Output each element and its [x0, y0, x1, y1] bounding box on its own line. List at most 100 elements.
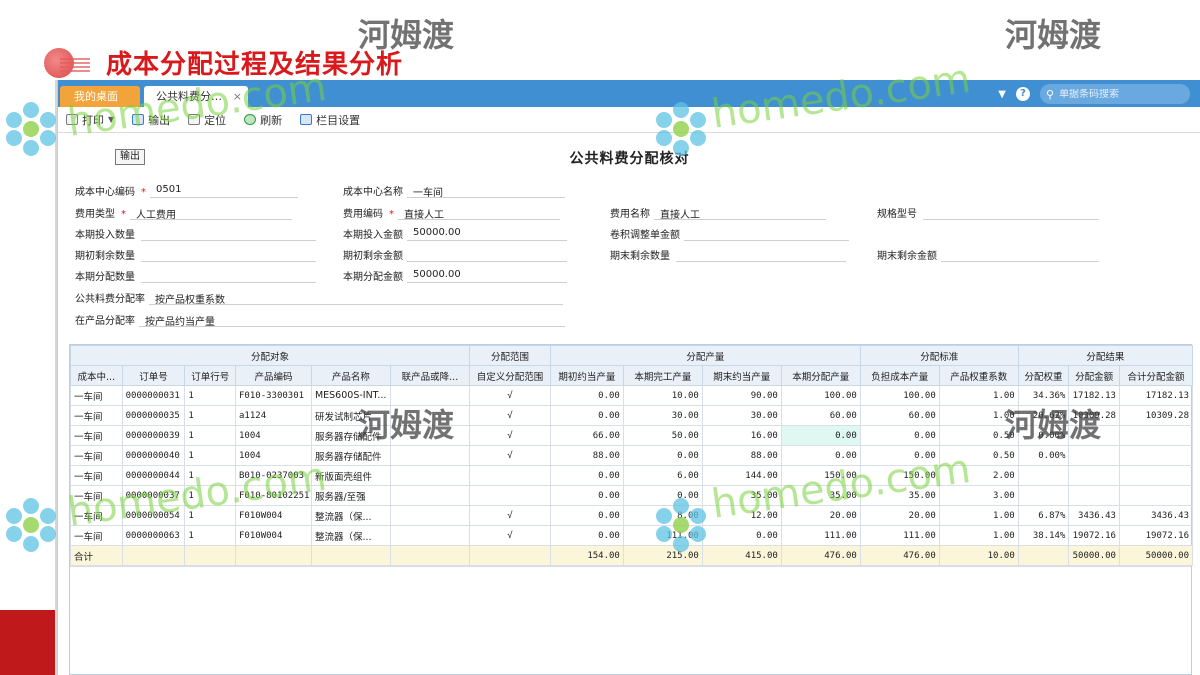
table-cell[interactable]: 整流器（保...	[310, 505, 391, 526]
table-cell[interactable]: 111.00	[859, 525, 940, 546]
table-cell[interactable]: 20.00	[780, 505, 861, 526]
table-cell[interactable]	[1118, 485, 1194, 506]
table-cell[interactable]: 一车间	[70, 405, 123, 426]
table-cell[interactable]: 0000000031	[121, 385, 186, 406]
table-cell[interactable]: 一车间	[70, 505, 123, 526]
table-cell[interactable]	[468, 545, 551, 566]
table-cell[interactable]: 154.00	[549, 545, 624, 566]
table-cell[interactable]: 476.00	[780, 545, 861, 566]
table-cell[interactable]: 35.00	[859, 485, 940, 506]
table-cell[interactable]	[389, 465, 470, 486]
table-row[interactable]: 一车间 0000000044 1 B010-0237003 新版面壳组件 0.00 6.00…	[70, 465, 1194, 486]
table-cell[interactable]: 1	[184, 465, 237, 486]
table-cell[interactable]: 1004	[235, 425, 312, 446]
barcode-search[interactable]: ⚲	[1040, 84, 1190, 104]
table-cell[interactable]: 0000000035	[121, 405, 186, 426]
table-cell[interactable]: 研发试制芯片	[310, 405, 391, 426]
table-cell[interactable]: 0000000039	[121, 425, 186, 446]
table-cell[interactable]: 0.00	[859, 445, 940, 466]
table-cell[interactable]: 100.00	[859, 385, 940, 406]
table-cell[interactable]: 35.00	[780, 485, 861, 506]
column-header[interactable]: 本期完工产量	[622, 365, 703, 386]
table-cell[interactable]: 20.62%	[1017, 405, 1070, 426]
table-cell[interactable]: 0.00	[549, 525, 624, 546]
table-cell[interactable]: 35.00	[701, 485, 782, 506]
tab-my-desktop[interactable]: 我的桌面	[60, 86, 140, 107]
table-cell[interactable]: 3436.43	[1068, 505, 1120, 526]
spec-value[interactable]	[923, 206, 1099, 220]
table-cell[interactable]	[389, 545, 470, 566]
table-cell[interactable]: 0.00	[622, 445, 703, 466]
table-cell[interactable]: 1	[184, 445, 237, 466]
table-cell[interactable]: 38.14%	[1017, 525, 1070, 546]
table-cell[interactable]: 0000000040	[121, 445, 186, 466]
table-cell[interactable]: √	[468, 525, 551, 546]
table-cell[interactable]: F010-3300301	[235, 385, 312, 406]
table-row[interactable]: 一车间 0000000037 1 F010-80102251 服务器/至强 0.00 0.0…	[70, 485, 1194, 506]
table-cell[interactable]: 8.00	[622, 505, 703, 526]
tab-public-cost-allocation[interactable]: 公共料费分… ×	[144, 86, 248, 107]
table-cell[interactable]: 一车间	[70, 425, 123, 446]
table-cell[interactable]	[121, 545, 186, 566]
table-cell[interactable]: 0.00	[549, 465, 624, 486]
open-qty-value[interactable]	[141, 248, 316, 262]
column-header[interactable]: 订单行号	[184, 365, 237, 386]
table-cell[interactable]: F010-80102251	[235, 485, 312, 506]
table-cell[interactable]: 10309.28	[1118, 405, 1194, 426]
table-cell[interactable]: 6.87%	[1017, 505, 1070, 526]
expense-code-value[interactable]: 直接人工	[398, 206, 560, 221]
table-cell[interactable]: 10.00	[938, 545, 1019, 566]
table-cell[interactable]	[468, 485, 551, 506]
table-cell[interactable]: 0.50	[938, 425, 1019, 446]
column-header[interactable]: 分配权重	[1017, 365, 1070, 386]
column-header[interactable]: 本期分配产量	[780, 365, 861, 386]
table-cell[interactable]	[310, 545, 391, 566]
chevron-down-icon[interactable]: ▼	[108, 115, 114, 124]
table-cell[interactable]: 20.00	[859, 505, 940, 526]
table-cell[interactable]: 0.00	[701, 525, 782, 546]
alloc-qty-value[interactable]	[141, 269, 316, 283]
column-header[interactable]: 产品权重系数	[938, 365, 1019, 386]
table-cell[interactable]: 3436.43	[1118, 505, 1194, 526]
refresh-button[interactable]: 刷新	[244, 112, 282, 128]
table-cell[interactable]: 415.00	[701, 545, 782, 566]
table-cell[interactable]: 60.00	[780, 405, 861, 426]
column-header[interactable]: 期初约当产量	[549, 365, 624, 386]
table-cell[interactable]: 30.00	[622, 405, 703, 426]
table-cell[interactable]	[1068, 485, 1120, 506]
table-cell[interactable]: 476.00	[859, 545, 940, 566]
table-cell[interactable]	[1118, 425, 1194, 446]
table-cell[interactable]	[468, 465, 551, 486]
table-cell[interactable]: 0.50	[938, 445, 1019, 466]
table-cell[interactable]: 215.00	[622, 545, 703, 566]
table-cell[interactable]: 0000000044	[121, 465, 186, 486]
table-row[interactable]: 一车间 0000000039 1 1004 服务器存储配件 √ 66.00 50.00 16.0…	[70, 425, 1194, 446]
table-cell[interactable]	[1118, 445, 1194, 466]
table-cell[interactable]: √	[468, 385, 551, 406]
table-cell[interactable]: F010W004	[235, 505, 312, 526]
table-cell[interactable]: 60.00	[859, 405, 940, 426]
table-cell[interactable]: 88.00	[701, 445, 782, 466]
table-cell[interactable]	[389, 405, 470, 426]
expense-name-value[interactable]: 直接人工	[654, 206, 826, 221]
table-cell[interactable]: 1004	[235, 445, 312, 466]
table-cell[interactable]: 0000000037	[121, 485, 186, 506]
input-amt-value[interactable]: 50000.00	[407, 227, 567, 241]
column-header[interactable]: 负担成本产量	[859, 365, 940, 386]
column-settings-button[interactable]: 栏目设置	[300, 112, 360, 128]
table-cell[interactable]	[1068, 465, 1120, 486]
table-cell[interactable]: 0.00	[780, 445, 861, 466]
table-cell[interactable]: 17182.13	[1068, 385, 1120, 406]
table-row[interactable]: 一车间 0000000054 1 F010W004 整流器（保... √ 0.00 8.00 1…	[70, 505, 1194, 526]
table-cell[interactable]: a1124	[235, 405, 312, 426]
table-cell[interactable]: F010W004	[235, 525, 312, 546]
table-cell[interactable]: 2.00	[938, 465, 1019, 486]
column-header[interactable]: 成本中...	[70, 365, 123, 386]
table-cell[interactable]	[1017, 465, 1070, 486]
table-cell[interactable]: 16.00	[701, 425, 782, 446]
table-cell[interactable]: 50.00	[622, 425, 703, 446]
table-cell[interactable]: 1	[184, 525, 237, 546]
column-header[interactable]: 联产品或降...	[389, 365, 470, 386]
table-cell[interactable]: 66.00	[549, 425, 624, 446]
table-cell[interactable]: 0.00	[549, 505, 624, 526]
